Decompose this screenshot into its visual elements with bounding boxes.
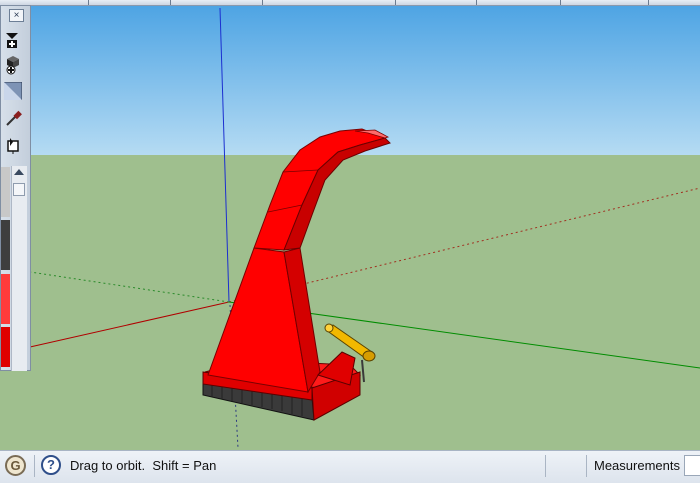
geolocation-icon[interactable]: G [5, 455, 26, 476]
materials-icon[interactable] [4, 82, 26, 104]
add-layer-icon[interactable] [4, 31, 26, 53]
panel-close-button[interactable]: × [9, 9, 24, 22]
measurements-input[interactable] [684, 455, 700, 476]
swatch-light-red[interactable] [1, 274, 10, 324]
paint-bucket-icon[interactable] [4, 137, 26, 159]
swatch-gray[interactable] [1, 167, 10, 217]
top-toolbar [0, 0, 700, 6]
help-icon[interactable]: ? [41, 455, 61, 475]
status-hint: Drag to orbit. Shift = Pan [70, 458, 217, 473]
3d-viewport[interactable]: × [0, 0, 700, 450]
swatch-red[interactable] [1, 327, 10, 367]
measurements-label: Measurements [594, 458, 680, 473]
scroll-thumb[interactable] [13, 183, 25, 196]
tool-panel: × [0, 5, 31, 371]
ground [0, 155, 700, 450]
scene-canvas[interactable] [0, 0, 700, 450]
eyedropper-icon[interactable] [4, 110, 26, 132]
components-icon[interactable] [4, 55, 26, 77]
scroll-up-icon[interactable] [14, 169, 24, 175]
swatch-scrollbar[interactable] [11, 166, 27, 371]
swatch-dark[interactable] [1, 220, 10, 270]
status-bar: G ? Drag to orbit. Shift = Pan Measureme… [0, 450, 700, 483]
